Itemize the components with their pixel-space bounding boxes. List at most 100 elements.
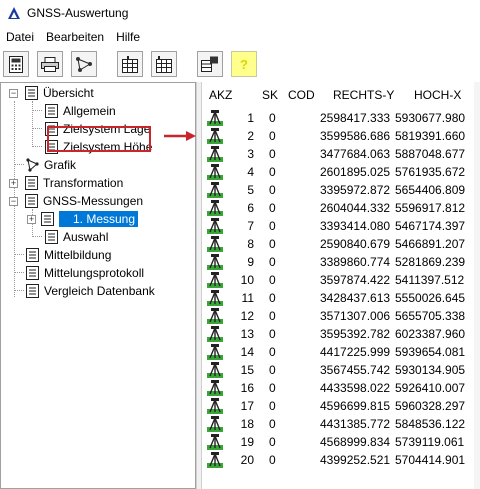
cell-rechts: 3567455.742 bbox=[320, 363, 391, 377]
collapse-toggle[interactable]: − bbox=[9, 88, 18, 98]
cell-nr: 11 bbox=[241, 291, 254, 305]
tree-item-mittelungsprotokoll[interactable]: Mittelungsprotokoll bbox=[26, 264, 144, 282]
cell-sk: 0 bbox=[269, 435, 276, 449]
cell-hoch: 5596917.812 bbox=[395, 201, 466, 215]
tree-item-vergleich-datenbank[interactable]: Vergleich Datenbank bbox=[26, 282, 155, 300]
column-header-hoch[interactable]: HOCH-X bbox=[414, 88, 461, 102]
cell-hoch: 5466891.207 bbox=[395, 237, 466, 251]
transfer-icon bbox=[201, 56, 218, 72]
survey-point-icon bbox=[207, 164, 223, 180]
cell-sk: 0 bbox=[269, 183, 276, 197]
table-row[interactable]: 18 0 4431385.772 5848536.122 bbox=[202, 415, 480, 433]
table-row[interactable]: 1 0 2598417.333 5930677.980 bbox=[202, 109, 480, 127]
table-row[interactable]: 9 0 3389860.774 5281869.239 bbox=[202, 253, 480, 271]
table-row[interactable]: 2 0 3599586.686 5819391.660 bbox=[202, 127, 480, 145]
transfer-button[interactable] bbox=[197, 51, 223, 77]
table-row[interactable]: 19 0 4568999.834 5739119.061 bbox=[202, 433, 480, 451]
table-row[interactable]: 6 0 2604044.332 5596917.812 bbox=[202, 199, 480, 217]
tree-item-label: Auswahl bbox=[63, 230, 109, 244]
collapse-toggle[interactable]: − bbox=[9, 196, 18, 206]
survey-point-icon bbox=[207, 308, 223, 324]
column-header-cod[interactable]: COD bbox=[288, 88, 315, 102]
survey-point-icon bbox=[207, 236, 223, 252]
print-button[interactable] bbox=[37, 51, 63, 77]
table-calc-alt-button[interactable] bbox=[151, 51, 177, 77]
table-row[interactable]: 5 0 3395972.872 5654406.809 bbox=[202, 181, 480, 199]
table-row[interactable]: 7 0 3393414.080 5467174.397 bbox=[202, 217, 480, 235]
tree-item-allgemein[interactable]: Allgemein bbox=[45, 102, 116, 120]
tree-item-gnss-messungen[interactable]: − GNSS-Messungen bbox=[9, 192, 143, 210]
calculator-icon bbox=[9, 55, 23, 73]
column-header-sk[interactable]: SK bbox=[262, 88, 278, 102]
cell-hoch: 5848536.122 bbox=[395, 417, 466, 431]
tree-item-messung-1[interactable]: + 1. Messung bbox=[27, 210, 139, 228]
document-icon bbox=[26, 284, 39, 298]
help-button[interactable]: ? bbox=[231, 51, 257, 77]
survey-point-icon bbox=[207, 380, 223, 396]
table-row[interactable]: 8 0 2590840.679 5466891.207 bbox=[202, 235, 480, 253]
document-icon bbox=[26, 248, 39, 262]
menu-datei[interactable]: Datei bbox=[0, 30, 40, 44]
document-icon bbox=[45, 104, 58, 118]
cell-sk: 0 bbox=[269, 399, 276, 413]
cell-nr: 15 bbox=[240, 363, 254, 377]
tree-item-label: Transformation bbox=[43, 176, 124, 190]
survey-point-icon bbox=[207, 452, 223, 468]
title-bar: GNSS-Auswertung bbox=[0, 0, 480, 26]
cell-hoch: 5704414.901 bbox=[395, 453, 466, 467]
cell-hoch: 5930677.980 bbox=[395, 111, 466, 125]
cell-hoch: 5887048.677 bbox=[395, 147, 466, 161]
table-calc-icon bbox=[122, 55, 138, 73]
column-header-akz[interactable]: AKZ bbox=[209, 88, 232, 102]
cell-rechts: 3428437.613 bbox=[320, 291, 391, 305]
table-row[interactable]: 4 0 2601895.025 5761935.672 bbox=[202, 163, 480, 181]
cell-nr: 13 bbox=[240, 327, 254, 341]
tree-item-transformation[interactable]: + Transformation bbox=[9, 174, 123, 192]
table-row[interactable]: 11 0 3428437.613 5550026.645 bbox=[202, 289, 480, 307]
cell-nr: 10 bbox=[240, 273, 254, 287]
survey-point-icon bbox=[207, 290, 223, 306]
table-row[interactable]: 16 0 4433598.022 5926410.007 bbox=[202, 379, 480, 397]
cell-hoch: 5411397.512 bbox=[395, 273, 465, 287]
cell-hoch: 6023387.960 bbox=[395, 327, 466, 341]
cell-rechts: 3389860.774 bbox=[320, 255, 391, 269]
cell-hoch: 5930134.905 bbox=[395, 363, 466, 377]
table-row[interactable]: 13 0 3595392.782 6023387.960 bbox=[202, 325, 480, 343]
cell-nr: 12 bbox=[240, 309, 254, 323]
tree-item-grafik[interactable]: Grafik bbox=[26, 156, 76, 174]
graph-button[interactable] bbox=[71, 51, 97, 77]
cell-nr: 9 bbox=[247, 255, 254, 269]
expand-toggle[interactable]: + bbox=[9, 178, 18, 188]
table-row[interactable]: 10 0 3597874.422 5411397.512 bbox=[202, 271, 480, 289]
expand-toggle[interactable]: + bbox=[27, 214, 36, 224]
tree-item-mittelbildung[interactable]: Mittelbildung bbox=[26, 246, 111, 264]
table-row[interactable]: 20 0 4399252.521 5704414.901 bbox=[202, 451, 480, 469]
cell-rechts: 4417225.999 bbox=[320, 345, 391, 359]
table-row[interactable]: 12 0 3571307.006 5655705.338 bbox=[202, 307, 480, 325]
table-row[interactable]: 17 0 4596699.815 5960328.297 bbox=[202, 397, 480, 415]
network-graph-icon bbox=[26, 158, 39, 172]
tree-item-uebersicht[interactable]: − Übersicht bbox=[9, 84, 94, 102]
cell-rechts: 2601895.025 bbox=[320, 165, 391, 179]
cell-hoch: 5761935.672 bbox=[395, 165, 466, 179]
app-logo-icon bbox=[8, 7, 20, 19]
column-header-rechts[interactable]: RECHTS-Y bbox=[333, 88, 394, 102]
table-calc-button[interactable] bbox=[117, 51, 143, 77]
calculator-button[interactable] bbox=[3, 51, 29, 77]
table-row[interactable]: 3 0 3477684.063 5887048.677 bbox=[202, 145, 480, 163]
cell-nr: 16 bbox=[240, 381, 254, 395]
menu-bearbeiten[interactable]: Bearbeiten bbox=[40, 30, 110, 44]
survey-point-icon bbox=[207, 326, 223, 342]
table-row[interactable]: 15 0 3567455.742 5930134.905 bbox=[202, 361, 480, 379]
table-header: AKZ SK COD RECHTS-Y HOCH-X bbox=[202, 88, 480, 106]
document-icon bbox=[25, 86, 38, 100]
cell-hoch: 5939654.081 bbox=[395, 345, 466, 359]
menu-bar: Datei Bearbeiten Hilfe bbox=[0, 28, 480, 46]
cell-rechts: 3393414.080 bbox=[320, 219, 391, 233]
cell-hoch: 5739119.061 bbox=[395, 435, 465, 449]
tree-item-auswahl[interactable]: Auswahl bbox=[45, 228, 108, 246]
menu-hilfe[interactable]: Hilfe bbox=[110, 30, 146, 44]
table-row[interactable]: 14 0 4417225.999 5939654.081 bbox=[202, 343, 480, 361]
survey-point-icon bbox=[207, 272, 223, 288]
vertical-scrollbar[interactable] bbox=[474, 82, 480, 489]
